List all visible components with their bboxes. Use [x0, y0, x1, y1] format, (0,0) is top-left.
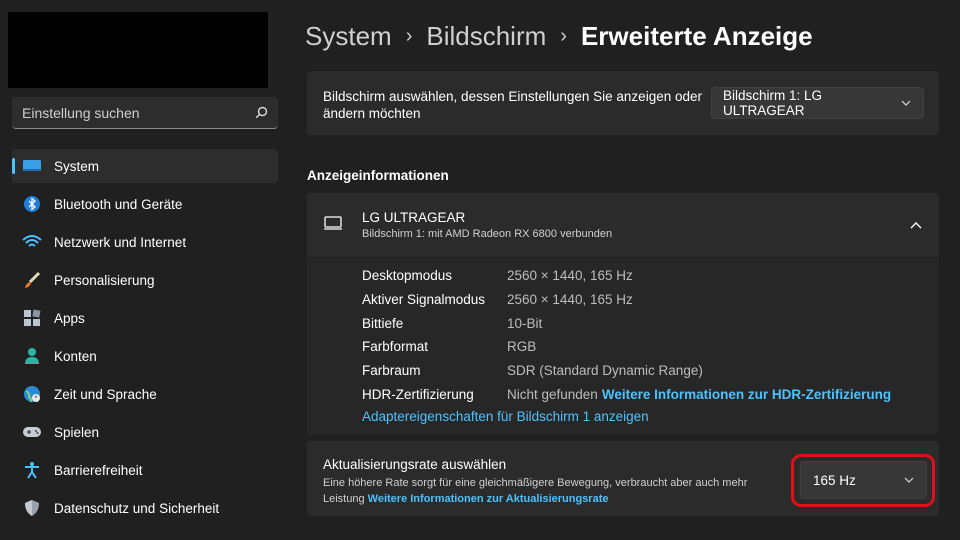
- search-input[interactable]: [22, 104, 254, 121]
- display-subtitle: Bildschirm 1: mit AMD Radeon RX 6800 ver…: [362, 228, 613, 240]
- search-icon[interactable]: [254, 106, 268, 120]
- sidebar-item-accessibility[interactable]: Barrierefreiheit: [12, 453, 278, 487]
- shield-icon: [22, 498, 42, 518]
- refresh-rate-info-link[interactable]: Weitere Informationen zur Aktualisierung…: [368, 493, 609, 505]
- sidebar-item-bluetooth[interactable]: Bluetooth und Geräte: [12, 187, 278, 221]
- info-value: 10-Bit: [507, 315, 543, 331]
- accessibility-icon: [22, 460, 42, 480]
- sidebar-item-label: Personalisierung: [54, 272, 155, 288]
- info-row: Bittiefe 10-Bit: [362, 313, 542, 333]
- sidebar-item-label: Barrierefreiheit: [54, 462, 143, 478]
- sidebar-item-label: Zeit und Sprache: [54, 386, 157, 402]
- info-label: HDR-Zertifizierung: [362, 386, 474, 402]
- info-value: 2560 × 1440, 165 Hz: [507, 267, 633, 283]
- display-info-details: Desktopmodus 2560 × 1440, 165 Hz Aktiver…: [307, 258, 939, 435]
- person-icon: [22, 346, 42, 366]
- select-display-card: Bildschirm auswählen, dessen Einstellung…: [307, 71, 939, 135]
- info-row: Farbformat RGB: [362, 336, 536, 356]
- sidebar-item-label: Datenschutz und Sicherheit: [54, 500, 220, 516]
- bluetooth-icon: [22, 194, 42, 214]
- info-label: Aktiver Signalmodus: [362, 291, 486, 307]
- sidebar-item-label: System: [54, 158, 100, 174]
- breadcrumb: System › Bildschirm › Erweiterte Anzeige: [305, 18, 813, 54]
- info-row: Aktiver Signalmodus 2560 × 1440, 165 Hz: [362, 289, 633, 309]
- adapter-properties-link[interactable]: Adaptereigenschaften für Bildschirm 1 an…: [362, 409, 649, 424]
- sidebar-item-personalization[interactable]: Personalisierung: [12, 263, 278, 297]
- sidebar-item-apps[interactable]: Apps: [12, 301, 278, 335]
- gamepad-icon: [22, 422, 42, 442]
- breadcrumb-system[interactable]: System: [305, 21, 392, 52]
- globe-clock-icon: [22, 384, 42, 404]
- info-value: SDR (Standard Dynamic Range): [507, 362, 703, 378]
- sidebar-item-label: Apps: [54, 310, 85, 326]
- sidebar-item-network[interactable]: Netzwerk und Internet: [12, 225, 278, 259]
- info-label: Farbraum: [362, 362, 421, 378]
- sidebar-item-label: Bluetooth und Geräte: [54, 196, 183, 212]
- sidebar-item-accounts[interactable]: Konten: [12, 339, 278, 373]
- wifi-icon: [22, 232, 42, 252]
- chevron-up-icon[interactable]: [907, 216, 925, 234]
- chevron-right-icon: ›: [405, 24, 413, 47]
- sidebar: System Bluetooth und Geräte Netzwerk und…: [0, 0, 290, 540]
- display-name: LG ULTRAGEAR: [362, 210, 466, 225]
- page-title: Erweiterte Anzeige: [580, 20, 813, 51]
- info-label: Farbformat: [362, 338, 429, 354]
- sidebar-item-label: Konten: [54, 348, 97, 364]
- chevron-right-icon: ›: [560, 24, 567, 47]
- info-label: Desktopmodus: [362, 267, 453, 283]
- select-display-description: Bildschirm auswählen, dessen Einstellung…: [323, 89, 702, 121]
- sidebar-item-privacy[interactable]: Datenschutz und Sicherheit: [12, 491, 278, 525]
- refresh-rate-card: Aktualisierungsrate auswählen Eine höher…: [307, 441, 939, 516]
- info-value: Nicht gefunden: [507, 386, 598, 402]
- refresh-rate-value: 165 Hz: [813, 472, 856, 488]
- info-value: RGB: [507, 338, 537, 354]
- info-row: HDR-Zertifizierung Nicht gefunden Weiter…: [362, 384, 891, 404]
- section-title: Anzeigeinformationen: [307, 168, 449, 183]
- info-row: Desktopmodus 2560 × 1440, 165 Hz: [362, 265, 633, 285]
- display-select-dropdown[interactable]: Bildschirm 1: LG ULTRAGEAR: [711, 87, 924, 119]
- search-box[interactable]: [12, 97, 278, 129]
- monitor-icon: [323, 215, 345, 235]
- apps-icon: [22, 308, 42, 328]
- chevron-down-icon: [900, 471, 918, 489]
- refresh-rate-title: Aktualisierungsrate auswählen: [323, 457, 507, 472]
- sidebar-item-label: Netzwerk und Internet: [54, 234, 187, 250]
- info-value: 2560 × 1440, 165 Hz: [507, 291, 633, 307]
- display-select-value: Bildschirm 1: LG ULTRAGEAR: [723, 88, 823, 118]
- chevron-down-icon: [897, 94, 915, 112]
- brush-icon: [22, 270, 42, 290]
- sidebar-item-system[interactable]: System: [12, 149, 278, 183]
- monitor-icon: [22, 156, 42, 176]
- refresh-rate-dropdown[interactable]: 165 Hz: [800, 461, 927, 499]
- refresh-rate-description: Eine höhere Rate sorgt für eine gleichmä…: [323, 475, 783, 507]
- info-row: Farbraum SDR (Standard Dynamic Range): [362, 360, 703, 380]
- breadcrumb-display[interactable]: Bildschirm: [426, 21, 546, 52]
- sidebar-item-label: Spielen: [54, 424, 100, 440]
- display-info-header[interactable]: LG ULTRAGEAR Bildschirm 1: mit AMD Radeo…: [307, 193, 939, 257]
- sidebar-item-gaming[interactable]: Spielen: [12, 415, 278, 449]
- account-banner: [8, 12, 268, 88]
- info-label: Bittiefe: [362, 315, 404, 331]
- sidebar-item-time-language[interactable]: Zeit und Sprache: [12, 377, 278, 411]
- sidebar-nav: System Bluetooth und Geräte Netzwerk und…: [12, 149, 278, 529]
- hdr-info-link[interactable]: Weitere Informationen zur HDR-Zertifizie…: [602, 387, 891, 402]
